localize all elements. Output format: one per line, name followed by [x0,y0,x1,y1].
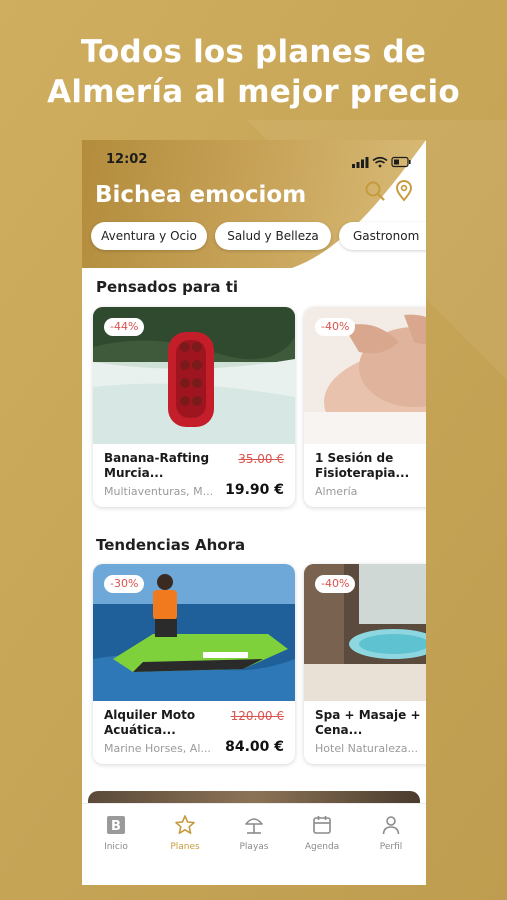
section-title-trending: Tendencias Ahora [96,536,246,554]
nav-label: Agenda [304,842,340,852]
card-location: Multiaventuras, M... [104,485,214,498]
nav-label: Inicio [104,842,128,852]
wifi-icon [372,156,388,164]
discount-badge: -40% [315,575,356,593]
app-header: 12:02 Bichea emociom Aventura y Ocio Sal… [82,140,426,268]
chip-aventura[interactable]: Aventura y Ocio [91,222,207,250]
card-title: Alquiler Moto Acuática... [104,708,196,737]
nav-planes[interactable]: Planes [151,814,219,852]
phone-screen: 12:02 Bichea emociom Aventura y Ocio Sal… [82,140,426,885]
app-title: Bichea emociom [95,182,307,208]
card-location: Marine Horses, Al... [104,742,211,755]
section-title-recommended: Pensados para ti [96,278,239,296]
nav-label: Planes [170,842,200,852]
card-title: Spa + Masaje + Cena... [315,708,421,737]
search-icon[interactable] [364,180,386,202]
card-price: 84.00 € [225,739,284,755]
bottom-nav: B Inicio Planes Playas Agenda Perfil [82,803,426,885]
old-price: 120.00 € [230,709,284,723]
nav-agenda[interactable]: Agenda [288,814,356,852]
chip-salud[interactable]: Salud y Belleza [215,222,331,250]
beach-umbrella-icon [245,818,263,834]
nav-perfil[interactable]: Perfil [357,814,425,852]
plan-card[interactable]: -40% Spa + Masaje + Cena... Hotel Natura… [304,564,426,764]
location-pin-icon[interactable] [394,180,414,202]
discount-badge: -40% [315,318,356,336]
discount-badge: -30% [104,575,145,593]
signal-icon [352,157,369,168]
star-icon [175,815,195,834]
home-logo-icon: B [107,816,125,834]
promo-line-1: Todos los planes de [80,34,427,70]
svg-text:B: B [111,819,121,834]
nav-label: Playas [239,842,269,852]
status-time: 12:02 [106,152,148,167]
plan-card[interactable]: -40% 1 Sesión de Fisioterapia... Almería [304,307,426,507]
plan-card[interactable]: -44% Banana-Rafting Murcia... 35.00 € Mu… [93,307,295,507]
card-price: 19.90 € [225,482,284,498]
card-location: Almería [315,485,358,498]
card-title: 1 Sesión de Fisioterapia... [315,451,410,480]
user-icon [382,816,400,835]
nav-label: Perfil [379,842,403,852]
nav-inicio[interactable]: B Inicio [82,814,150,852]
discount-badge: -44% [104,318,145,336]
promo-headline: Todos los planes de Almería al mejor pre… [0,32,507,112]
old-price: 35.00 € [238,452,284,466]
plan-card[interactable]: -30% Alquiler Moto Acuática... 120.00 € … [93,564,295,764]
battery-icon [391,156,411,168]
nav-playas[interactable]: Playas [220,814,288,852]
status-icons [352,153,412,168]
promo-line-2: Almería al mejor precio [47,74,460,110]
card-location: Hotel Naturaleza... [315,742,418,755]
card-title: Banana-Rafting Murcia... [104,451,210,480]
chip-gastronomia[interactable]: Gastronom [339,222,426,250]
calendar-icon [313,816,331,834]
